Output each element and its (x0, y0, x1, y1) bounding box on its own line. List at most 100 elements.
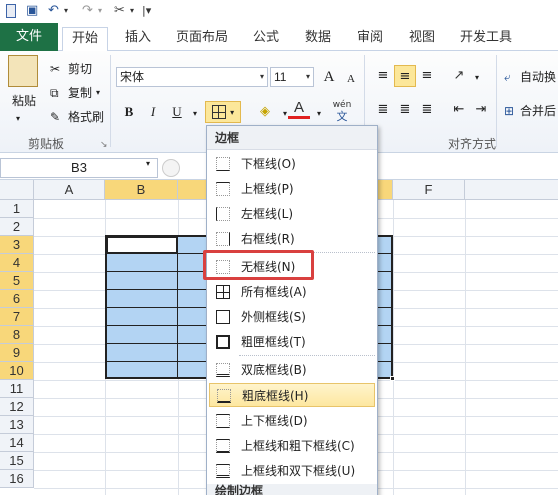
copy-button[interactable]: 复制 (68, 85, 92, 101)
menu-item-left-border[interactable]: 左框线(L) (209, 202, 375, 226)
font-name-combo[interactable]: 宋体 ▾ (116, 67, 268, 87)
formula-bar-handle-icon[interactable] (162, 159, 180, 177)
tab-view[interactable]: 视图 (404, 27, 440, 51)
fill-handle[interactable] (390, 376, 395, 381)
font-color-icon[interactable]: A (288, 99, 310, 119)
tools-dropdown-icon[interactable]: ▾ (130, 2, 134, 20)
top-double-bottom-border-icon (216, 464, 230, 478)
name-box[interactable]: B3 (0, 158, 158, 178)
paste-dropdown-icon[interactable]: ▾ (16, 111, 20, 127)
redo-icon[interactable]: ↷ (82, 2, 93, 20)
menu-item-top-double-bottom-border[interactable]: 上框线和双下框线(U) (209, 459, 375, 483)
row-header-6[interactable]: 6 (0, 290, 34, 308)
menu-item-thick-bottom-border[interactable]: 粗底框线(H) (209, 383, 375, 407)
column-header-b[interactable]: B (105, 180, 178, 200)
clipboard-launcher-icon[interactable]: ↘ (100, 137, 108, 153)
menu-item-bottom-border[interactable]: 下框线(O) (209, 152, 375, 176)
row-header-9[interactable]: 9 (0, 344, 34, 362)
row-header-3[interactable]: 3 (0, 236, 34, 254)
tab-insert[interactable]: 插入 (120, 27, 156, 51)
menu-item-label: 上框线和粗下框线(C) (241, 439, 355, 453)
menu-item-right-border[interactable]: 右框线(R) (209, 227, 375, 251)
row-header-7[interactable]: 7 (0, 308, 34, 326)
align-center-icon[interactable]: ≣ (394, 99, 416, 121)
menu-item-top-bottom-border[interactable]: 上下框线(D) (209, 409, 375, 433)
copy-dropdown-icon[interactable]: ▾ (96, 85, 100, 101)
font-size-dropdown-icon[interactable]: ▾ (306, 68, 310, 86)
font-name-dropdown-icon[interactable]: ▾ (260, 68, 264, 86)
paste-button[interactable]: 粘贴 (12, 93, 36, 109)
align-bottom-icon[interactable]: ≡ (416, 65, 438, 87)
row-header-4[interactable]: 4 (0, 254, 34, 272)
row-header-15[interactable]: 15 (0, 452, 34, 470)
row-header-10[interactable]: 10 (0, 362, 34, 380)
phonetic-button[interactable]: wén 文 (328, 99, 356, 123)
copy-icon: ⧉ (50, 86, 59, 100)
row-header-5[interactable]: 5 (0, 272, 34, 290)
tab-developer[interactable]: 开发工具 (456, 27, 516, 51)
increase-indent-icon[interactable]: ⇥ (470, 99, 492, 121)
format-painter-icon: ✎ (50, 110, 61, 124)
paste-icon[interactable] (8, 55, 38, 87)
italic-button[interactable]: I (142, 101, 164, 123)
column-header-g[interactable] (465, 180, 558, 200)
menu-item-outside-borders[interactable]: 外侧框线(S) (209, 305, 375, 329)
font-size-combo[interactable]: 11 ▾ (270, 67, 314, 87)
align-top-icon[interactable]: ≡ (372, 65, 394, 87)
cut-button[interactable]: 剪切 (68, 61, 92, 77)
tab-review[interactable]: 审阅 (352, 27, 388, 51)
bold-button[interactable]: B (118, 101, 140, 123)
tab-page-layout[interactable]: 页面布局 (172, 27, 232, 51)
row-header-8[interactable]: 8 (0, 326, 34, 344)
row-header-2[interactable]: 2 (0, 218, 34, 236)
tab-home[interactable]: 开始 (62, 27, 108, 51)
format-painter-button[interactable]: 格式刷 (68, 109, 104, 125)
undo-icon[interactable]: ↶ (48, 2, 59, 20)
underline-dropdown-icon[interactable]: ▾ (184, 103, 206, 125)
row-header-13[interactable]: 13 (0, 416, 34, 434)
borders-dropdown-menu: 边框 下框线(O) 上框线(P) 左框线(L) 右框线(R) 无框线(N) 所有… (206, 125, 378, 495)
save-icon[interactable]: ▣ (26, 2, 38, 20)
borders-button[interactable]: ▾ (205, 101, 241, 123)
grow-font-icon: A (323, 69, 335, 85)
thick-bottom-border-icon (217, 389, 231, 403)
menu-item-top-border[interactable]: 上框线(P) (209, 177, 375, 201)
align-left-icon[interactable]: ≣ (372, 99, 394, 121)
menu-item-bottom-double-border[interactable]: 双底框线(B) (209, 358, 375, 382)
row-header-12[interactable]: 12 (0, 398, 34, 416)
undo-dropdown-icon[interactable]: ▾ (64, 2, 68, 20)
menu-separator (239, 355, 375, 356)
tab-formulas[interactable]: 公式 (248, 27, 284, 51)
wrap-text-button[interactable]: 自动换 (520, 69, 558, 85)
quick-access-toolbar: ▣ ↶ ▾ ↷ ▾ ✂ ▾ |▾ (0, 0, 558, 22)
select-all-corner[interactable] (0, 180, 34, 200)
name-box-dropdown-icon[interactable]: ▾ (146, 159, 150, 168)
font-color-dropdown-icon[interactable]: ▾ (308, 103, 330, 125)
row-header-16[interactable]: 16 (0, 470, 34, 488)
grow-font-button[interactable]: A (318, 66, 340, 88)
column-header-f[interactable]: F (393, 180, 465, 200)
tools-icon[interactable]: ✂ (114, 2, 125, 20)
menu-item-all-borders[interactable]: 所有框线(A) (209, 280, 375, 304)
decrease-indent-icon[interactable]: ⇤ (448, 99, 470, 121)
group-divider (496, 55, 497, 147)
align-middle-icon[interactable]: ≡ (394, 65, 416, 87)
redo-dropdown-icon[interactable]: ▾ (98, 2, 102, 20)
row-header-11[interactable]: 11 (0, 380, 34, 398)
menu-item-label: 双底框线(B) (241, 363, 307, 377)
orientation-dropdown-icon[interactable]: ▾ (466, 67, 488, 89)
customize-icon[interactable]: |▾ (142, 2, 151, 20)
row-header-1[interactable]: 1 (0, 200, 34, 218)
row-header-14[interactable]: 14 (0, 434, 34, 452)
fill-color-icon[interactable]: ◈ (254, 101, 276, 123)
tab-data[interactable]: 数据 (300, 27, 336, 51)
active-cell-b3[interactable] (107, 237, 177, 253)
menu-item-top-thick-bottom-border[interactable]: 上框线和粗下框线(C) (209, 434, 375, 458)
shrink-font-button[interactable]: A (340, 68, 362, 90)
align-right-icon[interactable]: ≣ (416, 99, 438, 121)
merge-center-button[interactable]: 合并后 (520, 103, 558, 119)
menu-item-thick-box-border[interactable]: 粗匣框线(T) (209, 330, 375, 354)
tab-file[interactable]: 文件 (0, 23, 58, 51)
column-header-a[interactable]: A (34, 180, 105, 200)
right-border-icon (216, 232, 230, 246)
